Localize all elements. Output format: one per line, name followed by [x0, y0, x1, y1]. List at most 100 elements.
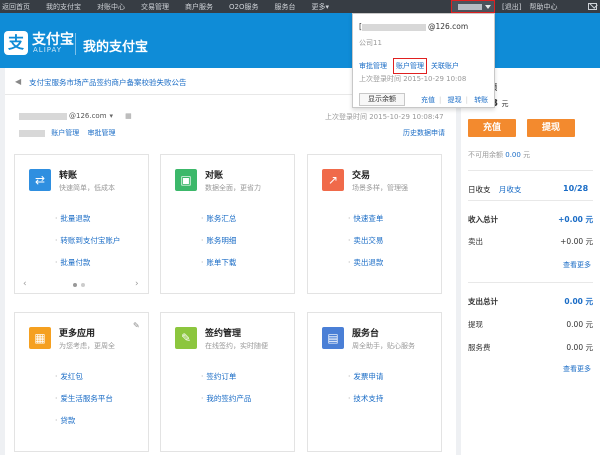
pager-dot[interactable]	[81, 283, 85, 287]
withdraw-button[interactable]: 提现	[527, 119, 575, 137]
help-link[interactable]: 帮助中心	[529, 2, 557, 12]
card-link[interactable]: 账单下载	[201, 257, 236, 268]
card-link[interactable]: 卖出退款	[348, 257, 383, 268]
email-redacted	[361, 23, 426, 31]
main-panel: ◀ 支付宝服务市场产品签约商户备案校验失败公告 @126.com ▾ ▦ 上次登…	[5, 68, 456, 455]
card-link[interactable]: 贷款	[55, 415, 113, 426]
popup-withdraw-link[interactable]: 提现	[448, 96, 462, 104]
account-manage-link[interactable]: 账户管理	[393, 58, 427, 74]
card-link[interactable]: 快速查单	[348, 213, 383, 224]
withdraw-value: 0.00 元	[566, 320, 593, 329]
account-email: @126.com	[69, 112, 107, 120]
view-more-link[interactable]: 查看更多	[563, 364, 591, 374]
nav-trade[interactable]: 交易管理	[141, 2, 169, 12]
popup-ops: 充值 | 提现 | 转账	[421, 95, 492, 105]
popup-company: 公司11	[359, 39, 382, 47]
fee-value: 0.00 元	[566, 343, 593, 352]
view-more-link[interactable]: 查看更多	[563, 260, 591, 270]
tab-monthly[interactable]: 月收支	[499, 185, 522, 194]
chevron-right-icon[interactable]: ›	[135, 279, 139, 289]
card-link[interactable]: 批量退款	[55, 213, 120, 224]
card-subtitle: 场景多样，管理强	[352, 184, 408, 192]
card-subtitle: 周全助手，贴心服务	[352, 342, 415, 350]
show-balance-button[interactable]: 显示余额	[359, 93, 405, 106]
unavailable-balance: 不可用余额 0.00 元	[468, 150, 530, 160]
card-trade: ↗ 交易 场景多样，管理强 快速查单 卖出交易 卖出退款	[307, 154, 442, 294]
pager-dot[interactable]	[73, 283, 77, 287]
user-menu-button[interactable]	[451, 0, 495, 13]
nav-home[interactable]: 返回首页	[2, 2, 30, 12]
fee-label: 服务费	[468, 343, 491, 352]
card-link[interactable]: 发票申请	[348, 371, 383, 382]
popup-links: 审批管理 账户管理 关联账户	[359, 58, 465, 74]
nav-reconcile[interactable]: 对账中心	[97, 2, 125, 12]
tab-daily[interactable]: 日收支	[468, 185, 491, 194]
approval-manage-link[interactable]: 审批管理	[359, 61, 387, 71]
mail-icon[interactable]	[588, 3, 597, 10]
card-link[interactable]: 爱生活服务平台	[55, 393, 113, 404]
approval-manage-link[interactable]: 审批管理	[87, 129, 115, 137]
nav-more[interactable]: 更多▾	[311, 2, 329, 12]
card-subtitle: 为您考虑，更周全	[59, 342, 115, 350]
notice-link[interactable]: 支付宝服务市场产品签约商户备案校验失败公告	[29, 77, 187, 88]
sign-icon: ✎	[175, 327, 197, 349]
name-redacted	[19, 129, 45, 137]
card-title[interactable]: 交易	[352, 168, 370, 181]
card-subtitle: 快速简单，低成本	[59, 184, 115, 192]
popup-last-login: 上次登录时间 2015-10-29 10:08	[359, 75, 467, 83]
card-transfer: ⇄ 转账 快速简单，低成本 批量退款 转账到支付宝账户 批量付款 ‹ ›	[14, 154, 149, 294]
card-title[interactable]: 服务台	[352, 326, 379, 339]
sale-row: 卖出 +0.00 元	[468, 236, 593, 247]
vip-icon: ▦	[125, 112, 132, 120]
card-link[interactable]: 转账到支付宝账户	[55, 235, 120, 246]
history-data-link[interactable]: 历史数据申请	[403, 128, 445, 138]
expense-total-label: 支出总计	[468, 297, 498, 306]
card-links: 快速查单 卖出交易 卖出退款	[348, 213, 383, 279]
header: 支 支付宝 ALIPAY 我的支付宝	[0, 13, 600, 68]
unavailable-unit: 元	[523, 151, 531, 159]
card-link[interactable]: 签约订单	[201, 371, 251, 382]
alipay-logo-icon[interactable]: 支	[4, 31, 28, 55]
recharge-button[interactable]: 充值	[468, 119, 516, 137]
card-link[interactable]: 我的签约产品	[201, 393, 251, 404]
logout-link[interactable]: [退出]	[502, 2, 521, 12]
card-link[interactable]: 账务明细	[201, 235, 236, 246]
popup-transfer-link[interactable]: 转账	[474, 96, 488, 104]
card-title[interactable]: 对账	[205, 168, 223, 181]
expense-total-value: 0.00 元	[564, 297, 593, 306]
income-total-label: 收入总计	[468, 215, 498, 224]
card-link[interactable]: 发红包	[55, 371, 113, 382]
page-title: 我的支付宝	[83, 40, 149, 55]
nav-o2o[interactable]: O2O服务	[229, 2, 258, 12]
reconcile-icon: ▣	[175, 169, 197, 191]
header-divider	[75, 33, 76, 55]
speaker-icon: ◀	[15, 77, 22, 86]
popup-recharge-link[interactable]: 充值	[421, 96, 435, 104]
card-title[interactable]: 转账	[59, 168, 77, 181]
chevron-down-icon[interactable]: ▾	[110, 112, 114, 120]
edit-icon[interactable]: ✎	[133, 321, 140, 330]
card-link[interactable]: 卖出交易	[348, 235, 383, 246]
top-nav-right: [退出] 帮助中心	[502, 2, 565, 12]
card-links: 签约订单 我的签约产品	[201, 371, 251, 415]
expense-total-row: 支出总计 0.00 元	[468, 296, 593, 307]
linked-account-link[interactable]: 关联账户	[431, 61, 459, 71]
nav-my-alipay[interactable]: 我的支付宝	[46, 2, 81, 12]
card-title[interactable]: 更多应用	[59, 326, 95, 339]
nav-service[interactable]: 服务台	[274, 2, 295, 12]
card-link[interactable]: 账务汇总	[201, 213, 236, 224]
account-links: 账户管理 审批管理	[19, 128, 121, 138]
sale-label: 卖出	[468, 237, 483, 246]
card-link[interactable]: 技术支持	[348, 393, 383, 404]
divider	[468, 282, 593, 283]
card-link[interactable]: 批量付款	[55, 257, 120, 268]
account-manage-link[interactable]: 账户管理	[51, 129, 79, 137]
transfer-icon: ⇄	[29, 169, 51, 191]
card-title[interactable]: 签约管理	[205, 326, 241, 339]
popup-email-suffix: @126.com	[427, 22, 469, 31]
card-service: ▤ 服务台 周全助手，贴心服务 发票申请 技术支持	[307, 312, 442, 452]
nav-merchant[interactable]: 商户服务	[185, 2, 213, 12]
chevron-left-icon[interactable]: ‹	[23, 279, 27, 289]
sale-value: +0.00 元	[560, 237, 593, 246]
trade-icon: ↗	[322, 169, 344, 191]
